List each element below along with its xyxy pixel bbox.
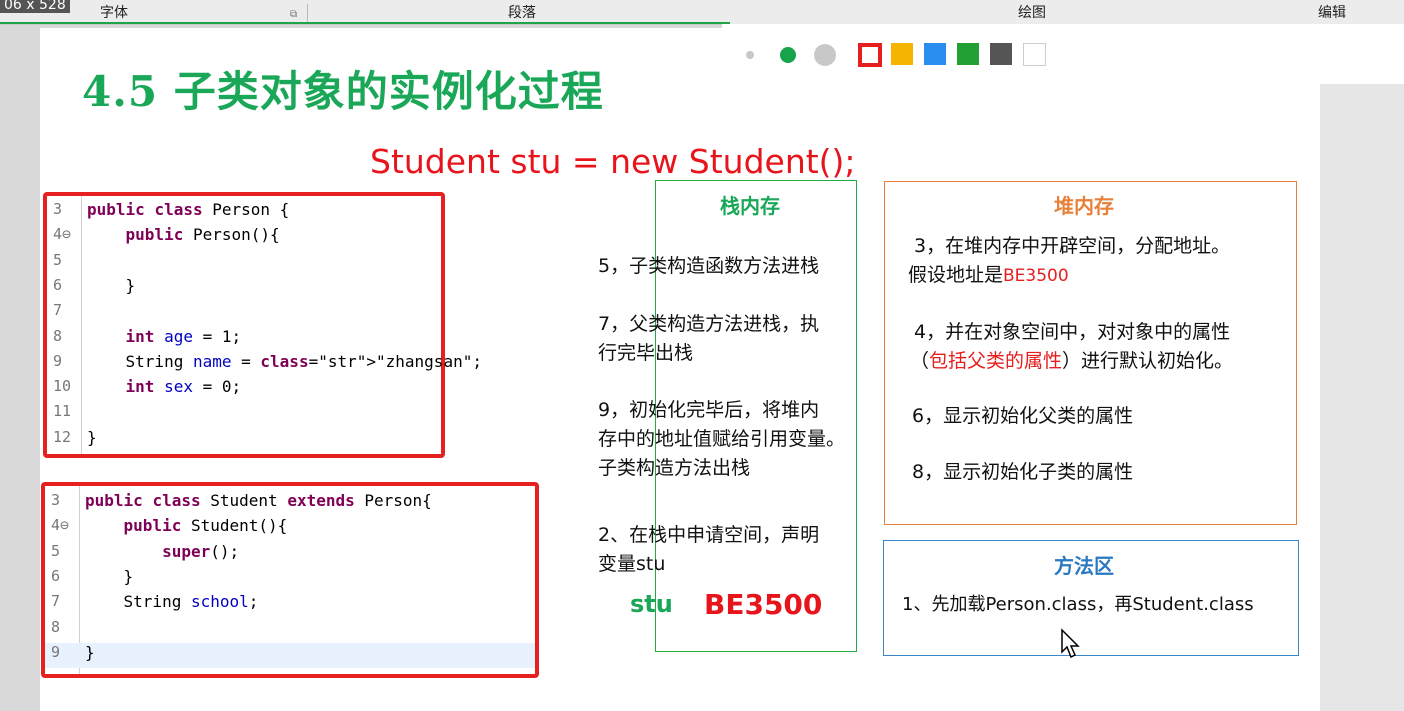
line-number: 3 xyxy=(51,491,61,509)
stack-var-value: BE3500 xyxy=(704,588,823,621)
pen-size-medium-dot[interactable] xyxy=(780,47,796,63)
code-line: 6 } xyxy=(47,276,441,301)
heap-note-4a: 4，并在对象空间中，对对象中的属性 xyxy=(914,321,1231,343)
code-line: 7 xyxy=(47,301,441,326)
code-line: 7 String school; xyxy=(45,592,535,617)
code-text: public class Student extends Person{ xyxy=(85,491,432,510)
line-number: 9 xyxy=(51,642,61,661)
slide-title: 4.5 子类对象的实例化过程 xyxy=(82,67,604,116)
heap-note-4b-red: 包括父类的属性 xyxy=(929,350,1063,372)
right-gutter xyxy=(1320,24,1404,711)
code-line: 8 xyxy=(45,618,535,643)
code-line: 8 int age = 1; xyxy=(47,327,441,352)
heap-note-3b-text: 假设地址是 xyxy=(908,264,1004,286)
code-line: 9 String name = class="str">"zhangsan"; xyxy=(47,351,482,377)
heap-note-8: 8，显示初始化子类的属性 xyxy=(912,461,1134,483)
color-swatch-yellow[interactable] xyxy=(891,43,913,65)
line-number: 9 xyxy=(53,351,63,370)
ribbon-progress-line xyxy=(0,22,730,24)
line-number: 6 xyxy=(53,275,63,294)
code-text: } xyxy=(87,427,97,447)
code-text: String name = class="str">"zhangsan"; xyxy=(87,351,482,371)
line-number: 10 xyxy=(53,377,72,396)
heap-title: 堆内存 xyxy=(1054,194,1114,218)
code-text: public class Person { xyxy=(87,200,290,219)
ribbon-group-drawing[interactable]: 绘图 xyxy=(1018,2,1046,22)
code-line: 5 super(); xyxy=(45,542,535,567)
heap-note-4b-close: ）进行默认初始化。 xyxy=(1062,350,1234,372)
line-number: 12 xyxy=(53,427,72,446)
code-text: super(); xyxy=(162,541,240,561)
line-number: 6 xyxy=(51,566,61,585)
color-swatch-blue[interactable] xyxy=(924,43,946,65)
stack-note-7: 7，父类构造方法进栈，执 行完毕出栈 xyxy=(598,313,820,364)
code-line: 4⊖ public Student(){ xyxy=(45,516,535,541)
pen-size-large-dot[interactable] xyxy=(814,44,836,66)
line-number: 8 xyxy=(51,617,61,636)
code-text: } xyxy=(85,642,95,662)
line-number: 5 xyxy=(53,250,63,269)
font-dialog-launcher-icon[interactable]: ⧉ xyxy=(290,9,297,20)
code-line: 3 public class Person { xyxy=(47,200,441,225)
method-area-note-1: 1、先加载Person.class，再Student.class xyxy=(902,594,1254,615)
pen-toolbar xyxy=(722,24,1404,84)
code-line: 6 } xyxy=(45,567,535,592)
ribbon-separator xyxy=(307,4,308,22)
color-swatch-gray[interactable] xyxy=(990,43,1012,65)
code-student: 3 public class Student extends Person{ 4⊖ … xyxy=(41,482,539,678)
statement: Student stu = new Student(); xyxy=(370,142,856,181)
heap-note-6: 6，显示初始化父类的属性 xyxy=(912,405,1134,427)
line-number: 7 xyxy=(51,592,61,611)
pen-size-small-dot[interactable] xyxy=(746,51,754,59)
color-swatch-green[interactable] xyxy=(957,43,979,65)
ribbon-group-paragraph[interactable]: 段落 xyxy=(508,2,536,22)
code-text: } xyxy=(85,566,134,586)
method-area-title: 方法区 xyxy=(1054,554,1114,578)
line-number: 3 xyxy=(53,200,63,218)
code-text: String school; xyxy=(85,592,259,612)
stack-var-name: stu xyxy=(630,590,673,618)
code-line: 4⊖ public Person(){ xyxy=(47,225,441,250)
code-text: public Person(){ xyxy=(125,225,280,245)
stack-note-2: 2、在栈中申请空间，声明 变量stu xyxy=(598,524,820,575)
code-text: public Student(){ xyxy=(123,516,288,536)
size-readout: 06 x 528 xyxy=(0,0,70,13)
code-line: 10 int sex = 0; xyxy=(47,377,441,402)
code-text: int age = 1; xyxy=(125,326,242,346)
code-text: int sex = 0; xyxy=(125,377,242,397)
heap-note-4b-open: （ xyxy=(910,350,930,372)
line-number: 4⊖ xyxy=(51,516,70,535)
line-number: 11 xyxy=(53,402,72,421)
color-swatch-white[interactable] xyxy=(1023,43,1046,66)
heap-note-3b: 假设地址是BE3500 xyxy=(908,261,1069,291)
code-person: 3 public class Person { 4⊖ public Person()… xyxy=(43,192,482,458)
line-number: 8 xyxy=(53,326,63,345)
stack-title: 栈内存 xyxy=(720,194,780,218)
heap-address: BE3500 xyxy=(1003,266,1069,286)
code-line: 9} xyxy=(45,642,535,668)
code-line: 3 public class Student extends Person{ xyxy=(45,491,535,516)
code-line: 5 xyxy=(47,251,441,276)
color-swatch-red[interactable] xyxy=(858,43,882,67)
stack-note-5: 5，子类构造函数方法进栈 xyxy=(598,255,820,277)
line-number: 5 xyxy=(51,541,61,560)
heap-note-3a: 3，在堆内存中开辟空间，分配地址。 xyxy=(914,235,1231,257)
code-text: } xyxy=(87,275,136,295)
code-line: 12} xyxy=(47,428,441,453)
ribbon-group-edit[interactable]: 编辑 xyxy=(1318,2,1346,22)
heap-note-4b: （包括父类的属性）进行默认初始化。 xyxy=(910,347,1233,376)
ribbon-group-font[interactable]: 字体 xyxy=(100,2,128,22)
mouse-cursor-icon xyxy=(1061,628,1080,659)
code-line: 11 xyxy=(47,402,441,427)
line-number: 7 xyxy=(53,301,63,320)
stack-note-9: 9，初始化完毕后，将堆内 存中的地址值赋给引用变量。 子类构造方法出栈 xyxy=(598,399,846,479)
line-number: 4⊖ xyxy=(53,225,72,244)
